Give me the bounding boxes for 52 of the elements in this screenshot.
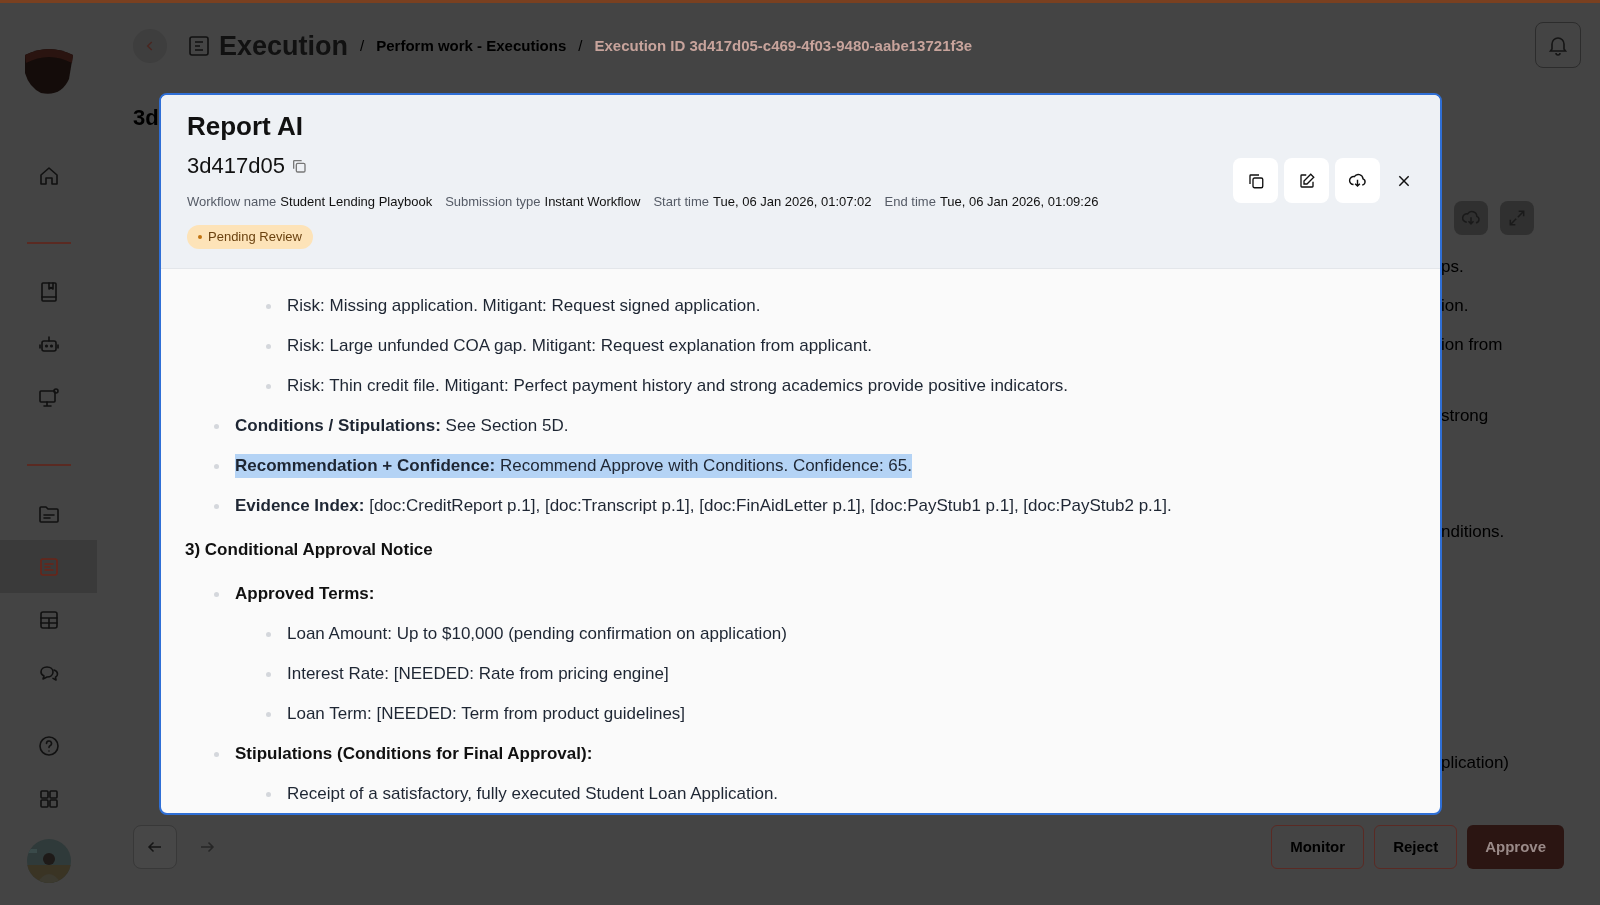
modal-title: Report AI <box>187 110 305 143</box>
list-item-text: Risk: Missing application. Mitigant: Request signed application. <box>287 295 761 317</box>
background-text: plication) <box>1440 752 1511 774</box>
meta-value: Tue, 06 Jan 2026, 01:07:02 <box>713 193 872 211</box>
background-text: nditions. <box>1440 521 1506 543</box>
background-text: ps. <box>1440 256 1465 278</box>
background-text: strong <box>1440 405 1490 427</box>
meta-value: Student Lending Playbook <box>280 193 433 211</box>
list-item-text: Recommendation + Confidence: Recommend Approve with Conditions. Confidence: 65. <box>235 454 912 478</box>
list-item-text: Loan Term: [NEEDED: Term from product guidelines] <box>287 703 686 725</box>
breadcrumb-separator: / <box>360 35 365 56</box>
breadcrumb-separator: / <box>578 35 583 56</box>
document-icon <box>187 34 211 58</box>
expand-icon[interactable] <box>1500 201 1534 235</box>
list-item-text: Loan Amount: Up to $10,000 (pending confirmation on application) <box>287 623 787 645</box>
copy-button[interactable] <box>1233 158 1278 203</box>
cloud-download-icon[interactable] <box>1454 201 1488 235</box>
meta-label: Submission type <box>445 193 541 211</box>
back-button[interactable] <box>133 29 167 63</box>
background-text: 3d <box>133 105 159 130</box>
list-item-text: Risk: Large unfunded COA gap. Mitigant: Request explanation from applicant. <box>287 335 872 357</box>
edit-button[interactable] <box>1284 158 1329 203</box>
back-button[interactable] <box>133 825 177 869</box>
list-item-text: Interest Rate: [NEEDED: Rate from pricing engine] <box>287 663 669 685</box>
breadcrumb-current[interactable]: Execution ID 3d417d05-c469-4f03-9480-aabe13721f3e <box>594 34 973 58</box>
status-badge: Pending Review <box>187 224 313 249</box>
copy-icon[interactable] <box>290 157 307 174</box>
list-item-text: Risk: Thin credit file. Mitigant: Perfect payment history and strong academics provide positive indicators. <box>287 375 1069 397</box>
meta-label: Workflow name <box>187 193 277 211</box>
action-button[interactable]: Reject <box>1374 825 1458 869</box>
notification-button[interactable] <box>1535 22 1581 68</box>
document-icon[interactable] <box>0 540 97 593</box>
execution-id: 3d417d05 <box>187 152 285 180</box>
list-item-text: Conditions / Stipulations: See Section 5D. <box>235 415 569 437</box>
background-text: ion from <box>1440 334 1504 356</box>
cloud-download-icon <box>1348 171 1367 190</box>
action-button[interactable]: Monitor <box>1271 825 1365 869</box>
copy-icon <box>1246 171 1265 190</box>
list-item-text: Stipulations (Conditions for Final Approval): <box>235 743 593 765</box>
list-item-text: Receipt of a satisfactory, fully executed Student Loan Application. <box>287 783 779 805</box>
meta-label: End time <box>884 193 936 211</box>
download-button[interactable] <box>1335 158 1380 203</box>
meta-value: Instant Workflow <box>544 193 641 211</box>
list-item-text: Evidence Index: [doc:CreditReport p.1], [doc:Transcript p.1], [doc:FinAidLetter p.1], [doc:PayStub1 p.1], [doc:PayStub2 p.1]. <box>235 495 1172 517</box>
meta-value: Tue, 06 Jan 2026, 01:09:26 <box>939 193 1099 211</box>
breadcrumb-link[interactable]: Perform work - Executions <box>376 34 567 58</box>
background-text: ion. <box>1440 295 1470 317</box>
action-button[interactable]: Approve <box>1467 825 1564 869</box>
meta-label: Start time <box>653 193 709 211</box>
list-item-text: Approved Terms: <box>235 583 375 605</box>
section-heading: 3) Conditional Approval Notice <box>185 539 434 561</box>
edit-icon <box>1297 171 1316 190</box>
